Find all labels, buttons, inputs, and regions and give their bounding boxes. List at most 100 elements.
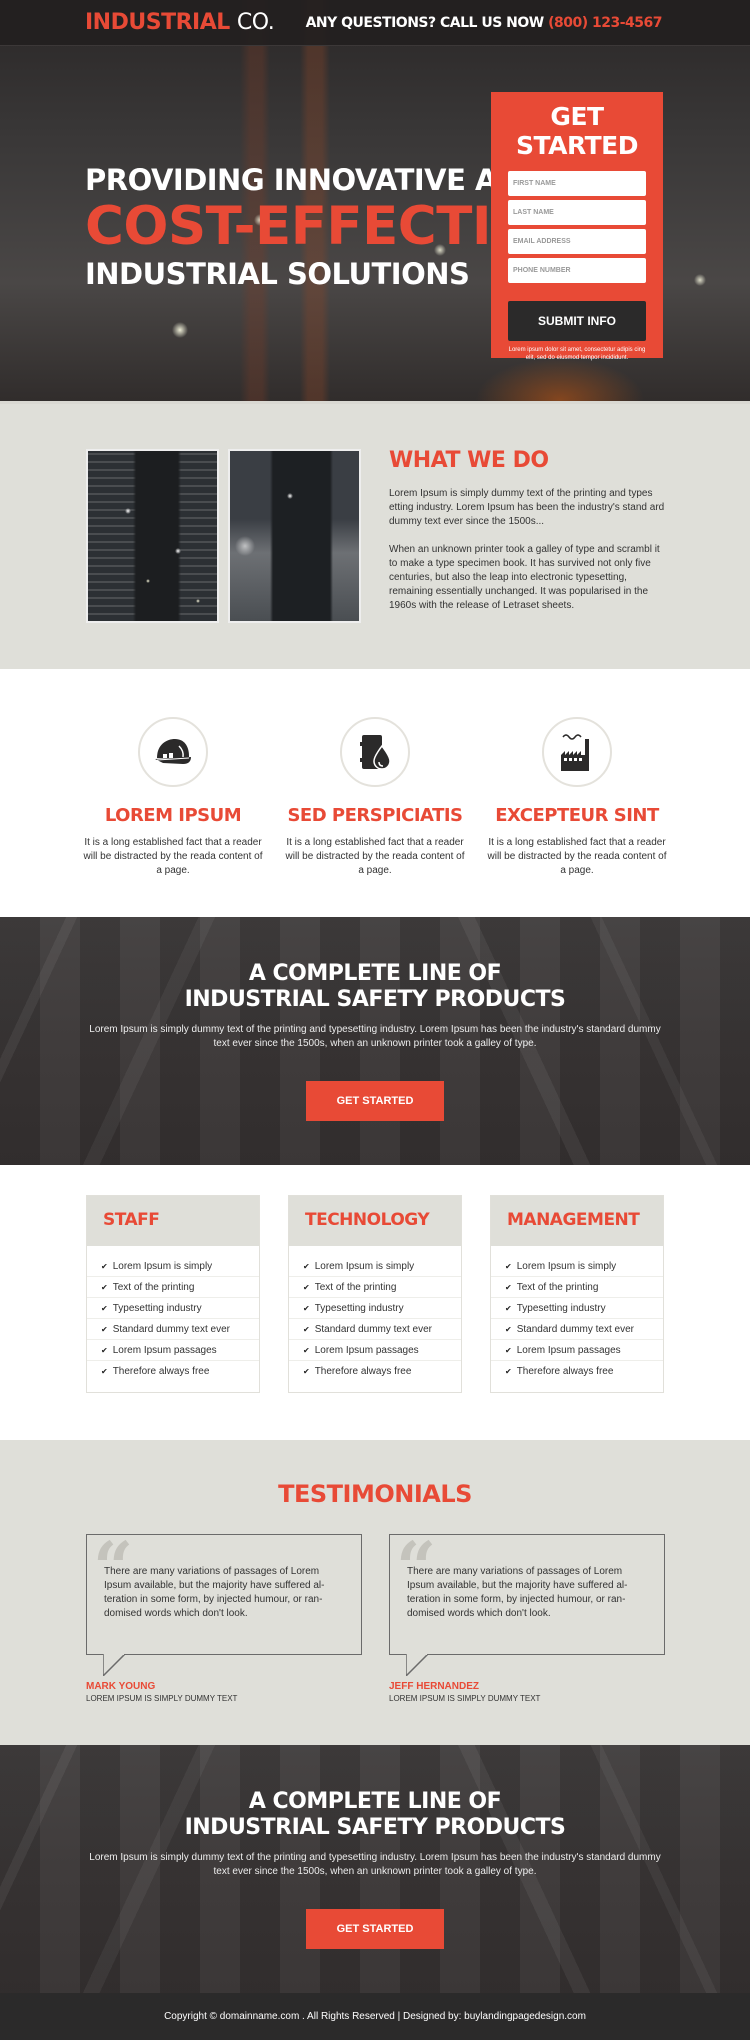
email-input[interactable]: [508, 229, 646, 254]
check-icon: ✔: [303, 1346, 310, 1355]
list-item-text: Therefore always free: [112, 1366, 210, 1377]
list-item: ✔ Therefore always free: [491, 1361, 663, 1382]
what-we-do-para-1: Lorem Ipsum is simply dummy text of the …: [389, 488, 665, 527]
check-icon: ✔: [505, 1367, 512, 1376]
cta-title: A COMPLETE LINE OF INDUSTRIAL SAFETY PRO…: [0, 917, 750, 1013]
plans-section: STAFF ✔ Lorem Ipsum is simply ✔ Text of th…: [0, 1165, 750, 1440]
list-item: ✔ Therefore always free: [289, 1361, 461, 1382]
list-item-text: Text of the printing: [112, 1282, 195, 1293]
feature-title: SED PERSPICIATIS: [287, 805, 463, 826]
feature-description: It is a long established fact that a rea…: [487, 837, 667, 876]
get-started-button[interactable]: GET STARTED: [306, 1909, 444, 1949]
feature-icon-circle: [138, 717, 208, 787]
list-item-text: Lorem Ipsum passages: [516, 1345, 621, 1356]
what-we-do-title: WHAT WE DO: [389, 448, 549, 473]
phone-input[interactable]: [508, 258, 646, 283]
cta-title-line-2: INDUSTRIAL SAFETY PRODUCTS: [184, 987, 566, 1012]
speech-tail-icon: [103, 1654, 126, 1676]
feature-description: It is a long established fact that a rea…: [285, 837, 465, 876]
plan-title: MANAGEMENT: [491, 1196, 663, 1246]
check-icon: ✔: [101, 1346, 108, 1355]
logo[interactable]: INDUSTRIAL CO.: [85, 10, 275, 35]
feature-item: LOREM IPSUM It is a long established fac…: [73, 717, 273, 878]
list-item-text: Lorem Ipsum is simply: [516, 1261, 617, 1272]
list-item-text: Typesetting industry: [516, 1303, 606, 1314]
features-section: LOREM IPSUM It is a long established fac…: [0, 669, 750, 917]
testimonial-text: There are many variations of passages of…: [407, 1566, 628, 1619]
cta-text: Lorem Ipsum is simply dummy text of the …: [89, 1024, 661, 1049]
list-item: ✔ Lorem Ipsum is simply: [491, 1256, 663, 1277]
refinery-image-1: [86, 449, 219, 623]
first-name-input[interactable]: [508, 171, 646, 196]
testimonial-text: There are many variations of passages of…: [104, 1566, 325, 1619]
cta-title: A COMPLETE LINE OF INDUSTRIAL SAFETY PRO…: [0, 1745, 750, 1841]
oil-barrel-icon: [360, 735, 391, 770]
check-icon: ✔: [505, 1304, 512, 1313]
list-item-text: Therefore always free: [314, 1366, 412, 1377]
logo-accent: INDUSTRIAL: [85, 10, 230, 35]
check-icon: ✔: [101, 1283, 108, 1292]
list-item: ✔ Text of the printing: [491, 1277, 663, 1298]
plan-title: TECHNOLOGY: [289, 1196, 461, 1246]
check-icon: ✔: [101, 1262, 108, 1271]
check-icon: ✔: [101, 1367, 108, 1376]
what-we-do-content: WHAT WE DO Lorem Ipsum is simply dummy t…: [389, 448, 669, 613]
get-started-button[interactable]: GET STARTED: [306, 1081, 444, 1121]
factory-icon: [561, 734, 589, 771]
feature-item: SED PERSPICIATIS It is a long establishe…: [275, 717, 475, 878]
feature-title: LOREM IPSUM: [104, 805, 242, 826]
plan-card-management: MANAGEMENT ✔ Lorem Ipsum is simply ✔ Text …: [490, 1195, 664, 1393]
plan-list: ✔ Lorem Ipsum is simply ✔ Text of the prin…: [491, 1246, 663, 1382]
refinery-image-2: [228, 449, 361, 623]
last-name-input[interactable]: [508, 200, 646, 225]
testimonial-author: JEFF HERNANDEZ: [389, 1681, 480, 1692]
testimonials-title: TESTIMONIALS: [278, 1480, 472, 1508]
list-item-text: Text of the printing: [314, 1282, 397, 1293]
check-icon: ✔: [303, 1304, 310, 1313]
list-item: ✔ Text of the printing: [87, 1277, 259, 1298]
feature-item: EXCEPTEUR SINT It is a long established …: [477, 717, 677, 878]
hard-hat-icon: [155, 739, 191, 764]
testimonial-role: LOREM IPSUM IS SIMPLY DUMMY TEXT: [389, 1694, 541, 1703]
list-item: ✔ Typesetting industry: [491, 1298, 663, 1319]
list-item: ✔ Text of the printing: [289, 1277, 461, 1298]
submit-info-button[interactable]: SUBMIT INFO: [508, 301, 646, 341]
testimonial-bubble: “ There are many variations of passages …: [86, 1533, 362, 1676]
hero-section: INDUSTRIAL CO. ANY QUESTIONS? CALL US NO…: [0, 0, 750, 404]
list-item-text: Therefore always free: [516, 1366, 614, 1377]
cta-section-1: A COMPLETE LINE OF INDUSTRIAL SAFETY PRO…: [0, 917, 750, 1165]
logo-plain: CO.: [236, 10, 275, 35]
list-item: ✔ Standard dummy text ever: [491, 1319, 663, 1340]
plan-card-technology: TECHNOLOGY ✔ Lorem Ipsum is simply ✔ Text …: [288, 1195, 462, 1393]
form-title: GET STARTED: [516, 102, 638, 160]
form-note: Lorem ipsum dolor sit amet, consectetur …: [508, 347, 646, 361]
phone-prefix: ANY QUESTIONS? CALL US NOW: [305, 15, 545, 31]
phone-number[interactable]: (800) 123-4567: [548, 15, 662, 31]
testimonial-card: “ There are many variations of passages …: [389, 1533, 665, 1703]
testimonial-author: MARK YOUNG: [86, 1681, 156, 1692]
plan-title: STAFF: [87, 1196, 259, 1246]
list-item: ✔ Lorem Ipsum passages: [289, 1340, 461, 1361]
list-item-text: Standard dummy text ever: [112, 1324, 230, 1335]
list-item: ✔ Therefore always free: [87, 1361, 259, 1382]
list-item-text: Lorem Ipsum passages: [314, 1345, 419, 1356]
list-item-text: Typesetting industry: [112, 1303, 202, 1314]
check-icon: ✔: [101, 1304, 108, 1313]
cta-section-2: A COMPLETE LINE OF INDUSTRIAL SAFETY PRO…: [0, 1745, 750, 1993]
check-icon: ✔: [505, 1346, 512, 1355]
cta-title-line-1: A COMPLETE LINE OF: [248, 1789, 502, 1814]
check-icon: ✔: [303, 1325, 310, 1334]
cta-title-line-2: INDUSTRIAL SAFETY PRODUCTS: [184, 1815, 566, 1840]
lead-form: GET STARTED SUBMIT INFO Lorem ipsum dolo…: [491, 92, 663, 361]
speech-tail-icon: [406, 1654, 429, 1676]
list-item: ✔ Standard dummy text ever: [87, 1319, 259, 1340]
testimonial-role: LOREM IPSUM IS SIMPLY DUMMY TEXT: [86, 1694, 238, 1703]
plan-list: ✔ Lorem Ipsum is simply ✔ Text of the prin…: [289, 1246, 461, 1382]
list-item-text: Lorem Ipsum passages: [112, 1345, 217, 1356]
list-item-text: Lorem Ipsum is simply: [314, 1261, 415, 1272]
feature-icon-circle: [542, 717, 612, 787]
list-item-text: Text of the printing: [516, 1282, 599, 1293]
testimonial-bubble: “ There are many variations of passages …: [389, 1533, 665, 1676]
list-item: ✔ Lorem Ipsum is simply: [289, 1256, 461, 1277]
top-bar: INDUSTRIAL CO. ANY QUESTIONS? CALL US NO…: [0, 0, 750, 46]
